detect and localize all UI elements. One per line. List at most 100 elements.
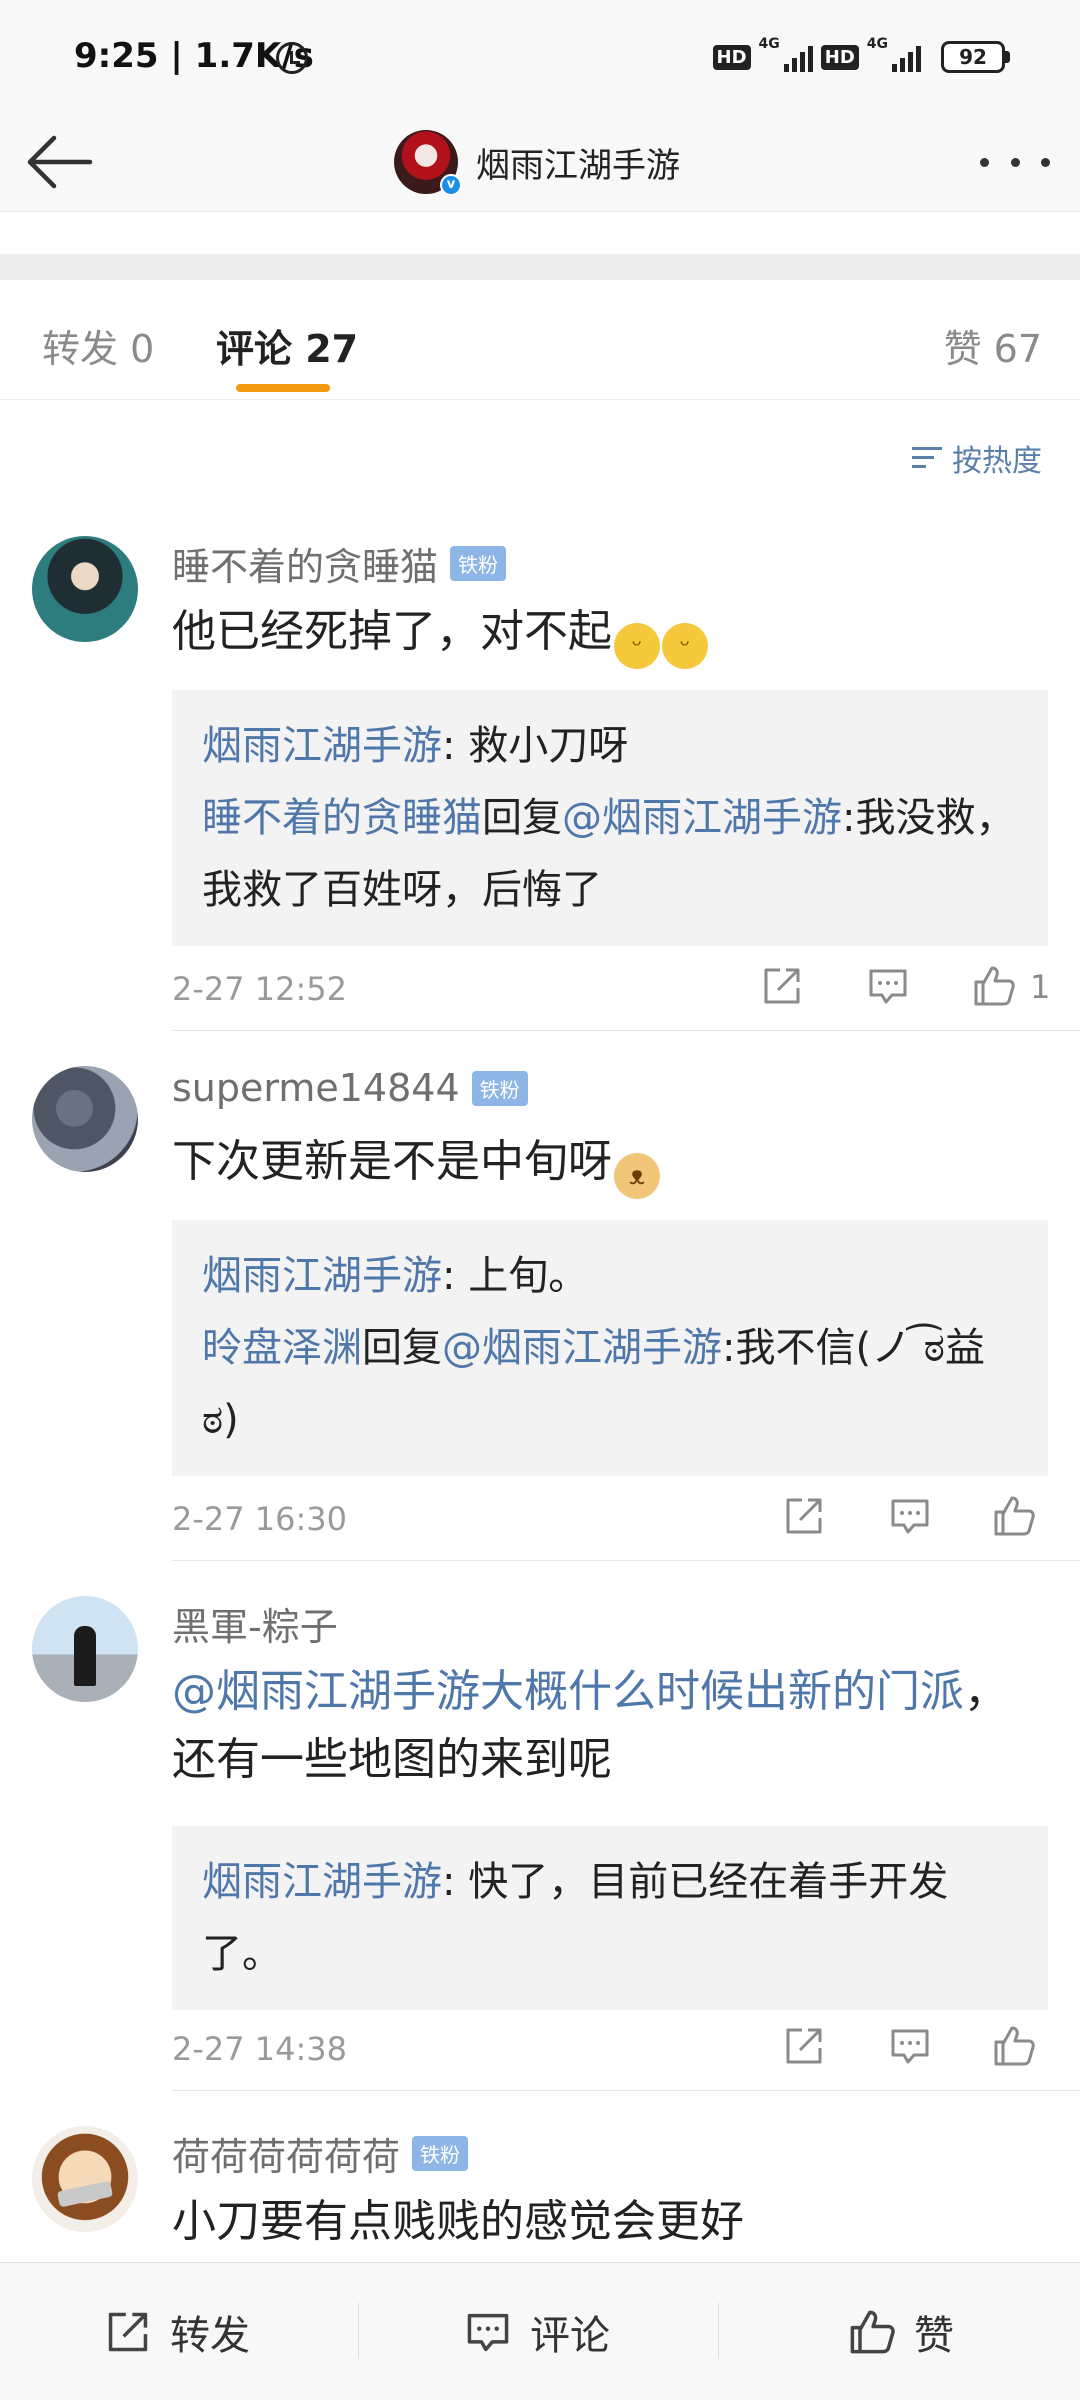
back-arrow-icon bbox=[27, 135, 93, 189]
comment-username[interactable]: 黑軍-粽子 bbox=[172, 1596, 338, 1651]
reply-connector: 回复 bbox=[362, 1325, 442, 1371]
reply-author[interactable]: 烟雨江湖手游 bbox=[202, 1253, 442, 1299]
reply-text: : 救小刀呀 bbox=[442, 723, 629, 769]
account-header[interactable]: v 烟雨江湖手游 bbox=[394, 122, 680, 202]
comment-divider bbox=[172, 1030, 1080, 1031]
avatar[interactable] bbox=[32, 1596, 138, 1702]
more-icon-dot bbox=[980, 157, 989, 167]
sort-by-hot-button[interactable]: 按热度 bbox=[912, 436, 1042, 480]
like-icon bbox=[974, 966, 1015, 1006]
like-icon bbox=[994, 2026, 1035, 2066]
fan-badge: 铁粉 bbox=[471, 1070, 528, 1106]
reply-text: : 上旬。 bbox=[442, 1253, 589, 1299]
comment-icon bbox=[467, 2313, 509, 2352]
reply-thread[interactable]: 烟雨江湖手游: 快了，目前已经在着手开发了。 bbox=[172, 1826, 1048, 2010]
fan-badge: 铁粉 bbox=[412, 2136, 469, 2171]
sleepy-emoji-icon: ᵕ bbox=[614, 623, 660, 669]
reply-button[interactable] bbox=[888, 2024, 932, 2068]
active-tab-indicator bbox=[236, 384, 330, 392]
comment-body: 下次更新是不是中旬呀 bbox=[172, 1136, 612, 1187]
reply-connector: 回复 bbox=[482, 795, 562, 841]
comment-meta: 2-27 14:38 bbox=[172, 2024, 1048, 2074]
reply-thread[interactable]: 烟雨江湖手游: 上旬。 昤盘泽渊回复@烟雨江湖手游:我不信(ノ ͡ಠ益ಠ) bbox=[172, 1220, 1048, 1476]
reply-author[interactable]: 烟雨江湖手游 bbox=[202, 723, 442, 769]
reply-line: 烟雨江湖手游: 上旬。 bbox=[202, 1240, 1018, 1312]
signal-icon bbox=[892, 42, 921, 72]
comment-text: @烟雨江湖手游大概什么时候出新的门派，还有一些地图的来到呢 bbox=[172, 1658, 1032, 1794]
comment-divider bbox=[172, 2090, 1080, 2091]
like-button[interactable] bbox=[992, 1494, 1036, 1538]
avatar[interactable] bbox=[32, 2126, 138, 2232]
reply-line: 烟雨江湖手游: 救小刀呀 bbox=[202, 710, 1018, 782]
hd-icon: HD bbox=[820, 44, 859, 70]
comment-icon bbox=[891, 1499, 929, 1534]
battery-icon: 92 bbox=[941, 41, 1010, 73]
tab-comments[interactable]: 评论 27 bbox=[216, 318, 358, 373]
comment-time: 2-27 12:52 bbox=[172, 970, 348, 1008]
sort-icon bbox=[912, 443, 946, 473]
tab-likes[interactable]: 赞 67 bbox=[944, 318, 1042, 373]
reply-mention[interactable]: @烟雨江湖手游 bbox=[562, 795, 842, 841]
repost-button[interactable]: 转发 bbox=[104, 2263, 250, 2400]
signal-icon bbox=[783, 42, 813, 72]
avatar[interactable] bbox=[32, 1066, 138, 1172]
username-text: 黑軍-粽子 bbox=[172, 1605, 338, 1649]
reply-author[interactable]: 昤盘泽渊 bbox=[202, 1325, 362, 1371]
reply-mention[interactable]: @烟雨江湖手游 bbox=[442, 1325, 722, 1371]
comment-username[interactable]: 荷荷荷荷荷荷 铁粉 bbox=[172, 2126, 469, 2181]
username-text: 荷荷荷荷荷荷 bbox=[172, 2135, 401, 2179]
comment-divider bbox=[172, 1560, 1080, 1561]
comment-button[interactable]: 评论 bbox=[464, 2263, 610, 2400]
comment-meta: 2-27 12:52 1 bbox=[172, 964, 1051, 1014]
network-label: 4G bbox=[866, 36, 888, 52]
hd-icon: HD bbox=[712, 44, 751, 70]
battery-level: 92 bbox=[941, 41, 1005, 73]
username-text: superme14844 bbox=[172, 1066, 460, 1110]
page-title: 烟雨江湖手游 bbox=[476, 145, 680, 186]
comment-meta: 2-27 16:30 bbox=[172, 1494, 1048, 1544]
sleepy-emoji-icon: ᵕ bbox=[662, 623, 708, 669]
tab-bar: 转发 0 评论 27 赞 67 bbox=[0, 280, 1080, 400]
avatar[interactable] bbox=[32, 536, 138, 642]
status-bar: 9:25 | 1.7K/s HD 4G HD 4G 92 bbox=[0, 0, 1080, 112]
bar-separator bbox=[358, 2303, 359, 2359]
share-icon bbox=[108, 2312, 148, 2352]
fan-badge: 铁粉 bbox=[450, 546, 507, 581]
reply-line: 烟雨江湖手游: 快了，目前已经在着手开发了。 bbox=[202, 1846, 1018, 1990]
sort-label: 按热度 bbox=[952, 444, 1042, 479]
reply-author[interactable]: 烟雨江湖手游 bbox=[202, 1859, 442, 1905]
reply-button[interactable] bbox=[888, 1494, 932, 1538]
comment-username[interactable]: superme14844 铁粉 bbox=[172, 1066, 528, 1110]
username-text: 睡不着的贪睡猫 bbox=[172, 545, 439, 589]
like-button[interactable] bbox=[992, 2024, 1036, 2068]
more-icon-dot bbox=[1041, 157, 1050, 167]
comment-icon bbox=[891, 2029, 929, 2064]
network-label: 4G bbox=[758, 36, 780, 52]
comment-username[interactable]: 睡不着的贪睡猫 铁粉 bbox=[172, 536, 507, 591]
comment-mention[interactable]: @烟雨江湖手游大概什么时候出新的门派 bbox=[172, 1666, 964, 1717]
like-button[interactable] bbox=[972, 964, 1016, 1008]
status-indicators: HD 4G HD 4G 92 bbox=[712, 36, 1010, 78]
comment-body: 小刀要有点贱贱的感觉会更好 bbox=[172, 2196, 744, 2247]
reply-thread[interactable]: 烟雨江湖手游: 救小刀呀 睡不着的贪睡猫回复@烟雨江湖手游:我没救，我救了百姓呀… bbox=[172, 690, 1048, 946]
section-divider bbox=[0, 254, 1080, 280]
like-icon bbox=[850, 2310, 895, 2354]
share-button[interactable] bbox=[760, 964, 804, 1008]
tab-repost[interactable]: 转发 0 bbox=[42, 318, 154, 373]
like-icon bbox=[994, 1496, 1035, 1536]
like-label: 赞 bbox=[914, 2313, 954, 2359]
share-button[interactable] bbox=[782, 1494, 826, 1538]
like-count: 1 bbox=[1030, 968, 1051, 1006]
bottom-action-bar: 转发 评论 赞 bbox=[0, 2262, 1080, 2400]
reply-author[interactable]: 睡不着的贪睡猫 bbox=[202, 795, 482, 841]
share-icon bbox=[786, 2028, 822, 2064]
reply-button[interactable] bbox=[866, 964, 910, 1008]
account-avatar[interactable]: v bbox=[394, 130, 462, 196]
more-options-button[interactable] bbox=[980, 142, 1050, 182]
back-button[interactable] bbox=[24, 130, 94, 194]
doge-emoji-icon: ᴥ bbox=[614, 1153, 660, 1199]
comment-label: 评论 bbox=[530, 2313, 610, 2359]
share-button[interactable] bbox=[782, 2024, 826, 2068]
share-icon bbox=[786, 1498, 822, 1534]
like-button[interactable]: 赞 bbox=[848, 2263, 954, 2400]
